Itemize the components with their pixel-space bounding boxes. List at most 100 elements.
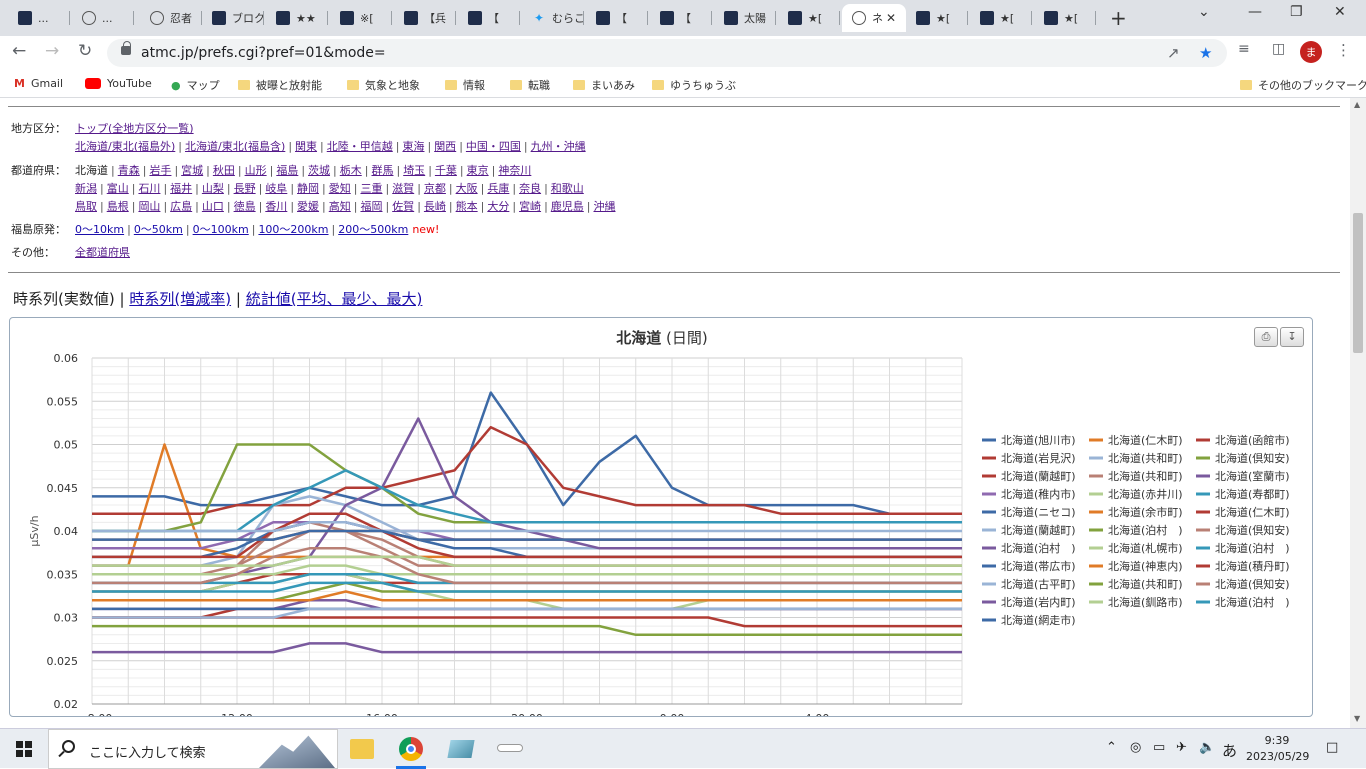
chrome-icon[interactable] xyxy=(399,737,423,761)
pref-link[interactable]: 山梨 xyxy=(202,182,224,195)
browser-tab[interactable]: 太陽 xyxy=(714,4,776,32)
pref-link[interactable]: 沖縄 xyxy=(594,200,616,213)
battery-icon[interactable]: ▭ xyxy=(1153,740,1165,755)
forward-icon[interactable]: → xyxy=(45,41,59,61)
volume-icon[interactable]: 🔈 xyxy=(1199,740,1215,755)
bookmark-item[interactable]: YouTube xyxy=(85,77,152,90)
pref-link[interactable]: 大分 xyxy=(487,200,509,213)
pref-link[interactable]: 福井 xyxy=(170,182,192,195)
browser-tab[interactable]: ✦ むらこ xyxy=(522,4,584,32)
clock[interactable]: 9:39 2023/05/29 xyxy=(1246,733,1309,765)
browser-tab[interactable]: ★[ xyxy=(778,4,840,32)
browser-tab[interactable]: ... xyxy=(72,4,134,32)
region-link[interactable]: 九州・沖縄 xyxy=(531,140,586,153)
pref-link[interactable]: 静岡 xyxy=(297,182,319,195)
fukushima-range-link[interactable]: 200〜500km xyxy=(338,223,408,236)
region-link[interactable]: 関東 xyxy=(295,140,317,153)
pref-link[interactable]: 東京 xyxy=(467,164,489,177)
fukushima-range-link[interactable]: 0〜50km xyxy=(134,223,183,236)
region-link[interactable]: 東海 xyxy=(402,140,424,153)
close-tab-icon[interactable]: ✕ xyxy=(886,11,896,25)
lock-icon[interactable] xyxy=(121,41,131,55)
meet-icon[interactable]: ◎ xyxy=(1130,740,1141,755)
file-explorer-icon[interactable] xyxy=(350,739,374,759)
pref-link[interactable]: 京都 xyxy=(424,182,446,195)
browser-tab[interactable]: ネ ✕ xyxy=(842,4,906,32)
browser-tab[interactable]: ★[ xyxy=(906,4,968,32)
browser-tab[interactable]: 【 xyxy=(650,4,712,32)
reload-icon[interactable]: ↻ xyxy=(78,41,92,61)
pref-link[interactable]: 徳島 xyxy=(234,200,256,213)
taskbar-search[interactable]: ここに入力して検索 xyxy=(48,729,338,769)
pref-link[interactable]: 宮崎 xyxy=(519,200,541,213)
region-link[interactable]: 中国・四国 xyxy=(466,140,521,153)
browser-tab[interactable]: 【 xyxy=(586,4,648,32)
minimize-icon[interactable]: — xyxy=(1248,4,1262,20)
pref-link[interactable]: 愛知 xyxy=(329,182,351,195)
scrollbar-thumb[interactable] xyxy=(1353,213,1363,353)
pref-link[interactable]: 鹿児島 xyxy=(551,200,584,213)
bookmark-item[interactable]: ● マップ xyxy=(171,77,220,93)
bookmark-item[interactable]: 被曝と放射能 xyxy=(238,77,322,93)
fukushima-range-link[interactable]: 0〜100km xyxy=(193,223,249,236)
pref-link[interactable]: 石川 xyxy=(138,182,160,195)
bookmark-item[interactable]: ゆうちゅうぶ xyxy=(652,77,736,93)
browser-tab[interactable]: 【 xyxy=(458,4,520,32)
pref-link[interactable]: 埼玉 xyxy=(403,164,425,177)
pref-link[interactable]: 奈良 xyxy=(519,182,541,195)
app-icon[interactable] xyxy=(447,740,475,758)
pref-link[interactable]: 滋賀 xyxy=(392,182,414,195)
share-icon[interactable]: ↗ xyxy=(1167,44,1180,62)
view-rate-link[interactable]: 時系列(増減率) xyxy=(129,290,231,308)
region-link[interactable]: 北海道/東北(福島含) xyxy=(185,140,285,153)
bookmark-item[interactable]: 転職 xyxy=(510,77,550,93)
pref-link[interactable]: 福島 xyxy=(276,164,298,177)
bookmark-item[interactable]: まいあみ xyxy=(573,77,635,93)
browser-tab[interactable]: ブロク xyxy=(202,4,264,32)
url-text[interactable]: atmc.jp/prefs.cgi?pref=01&mode= xyxy=(141,45,386,61)
profile-avatar[interactable]: ま xyxy=(1300,41,1322,63)
pref-link[interactable]: 岩手 xyxy=(149,164,171,177)
plane-app-icon[interactable] xyxy=(497,744,523,752)
fukushima-range-link[interactable]: 100〜200km xyxy=(258,223,328,236)
pref-link[interactable]: 三重 xyxy=(360,182,382,195)
network-icon[interactable]: ✈ xyxy=(1176,740,1187,755)
browser-tab[interactable]: ★[ xyxy=(1034,4,1096,32)
pref-link[interactable]: 山口 xyxy=(202,200,224,213)
browser-tab[interactable]: ★★ xyxy=(266,4,328,32)
browser-tab[interactable]: ... xyxy=(8,4,70,32)
pref-link[interactable]: 栃木 xyxy=(340,164,362,177)
chevron-down-icon[interactable]: ⌄ xyxy=(1198,4,1210,20)
back-icon[interactable]: ← xyxy=(12,41,26,61)
pref-link[interactable]: 茨城 xyxy=(308,164,330,177)
region-link[interactable]: 関西 xyxy=(434,140,456,153)
browser-tab[interactable]: ★[ xyxy=(970,4,1032,32)
pref-link[interactable]: 佐賀 xyxy=(392,200,414,213)
fukushima-range-link[interactable]: 0〜10km xyxy=(75,223,124,236)
side-panel-icon[interactable]: ◫ xyxy=(1272,41,1285,57)
pref-link[interactable]: 秋田 xyxy=(213,164,235,177)
pref-link[interactable]: 高知 xyxy=(329,200,351,213)
pref-link[interactable]: 神奈川 xyxy=(498,164,531,177)
page-scrollbar[interactable]: ▲ ▼ xyxy=(1350,98,1366,728)
browser-tab[interactable]: ※[ xyxy=(330,4,392,32)
bookmark-item[interactable]: M Gmail xyxy=(14,77,63,90)
pref-link[interactable]: 新潟 xyxy=(75,182,97,195)
windows-start-icon[interactable] xyxy=(16,741,32,757)
tray-overflow-icon[interactable]: ⌃ xyxy=(1106,740,1117,755)
ime-indicator[interactable]: あ xyxy=(1222,740,1237,761)
pref-link[interactable]: 長野 xyxy=(234,182,256,195)
address-bar[interactable]: atmc.jp/prefs.cgi?pref=01&mode= ↗ ★ xyxy=(107,39,1227,67)
pref-link[interactable]: 岡山 xyxy=(138,200,160,213)
browser-tab[interactable]: 【兵 xyxy=(394,4,456,32)
bookmark-item[interactable]: 気象と地象 xyxy=(347,77,420,93)
region-link[interactable]: 北海道/東北(福島外) xyxy=(75,140,175,153)
pref-link[interactable]: 群馬 xyxy=(371,164,393,177)
pref-link[interactable]: 鳥取 xyxy=(75,200,97,213)
pref-link[interactable]: 青森 xyxy=(118,164,140,177)
pref-link[interactable]: 富山 xyxy=(107,182,129,195)
pref-link[interactable]: 山形 xyxy=(245,164,267,177)
all-prefs-link[interactable]: 全都道府県 xyxy=(75,246,130,259)
maximize-icon[interactable]: ❐ xyxy=(1290,4,1303,20)
menu-icon[interactable]: ⋮ xyxy=(1336,41,1351,59)
